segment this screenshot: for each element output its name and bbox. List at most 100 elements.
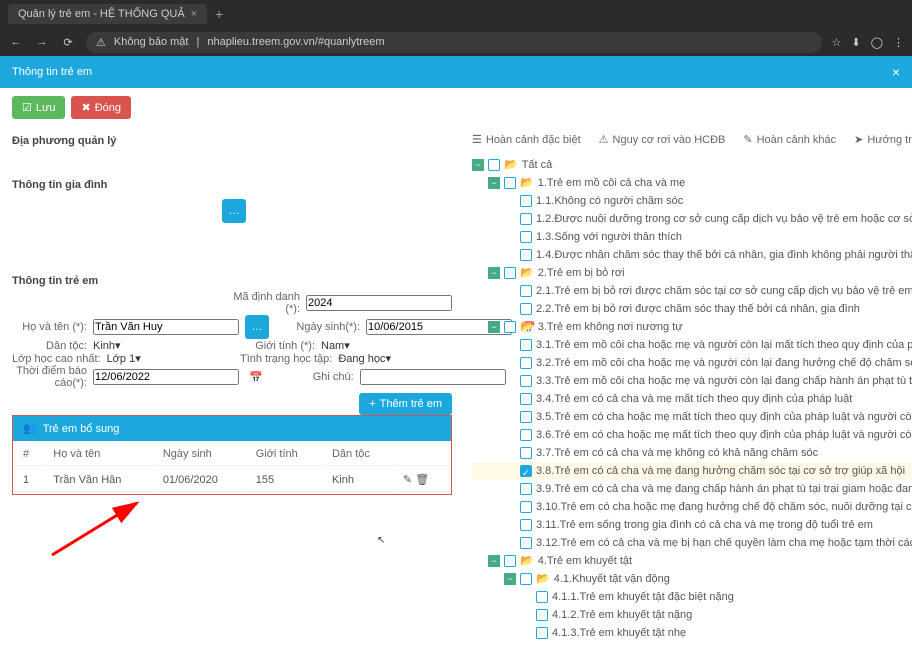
checkbox[interactable]: [504, 267, 516, 279]
back-icon[interactable]: ←: [8, 36, 24, 48]
additional-children-panel: 👥 Trẻ em bổ sung # Họ và tên Ngày sinh G…: [12, 415, 452, 495]
checkbox[interactable]: [520, 231, 532, 243]
children-table: # Họ và tên Ngày sinh Giới tính Dân tộc …: [13, 441, 451, 494]
delete-icon[interactable]: 🗑: [415, 474, 429, 486]
warning-icon: ⚠: [599, 133, 609, 146]
profile-icon[interactable]: ◯: [871, 36, 883, 49]
name-label: Họ và tên (*):: [12, 321, 87, 333]
folder-open-icon: 📂: [504, 157, 518, 173]
report-time-input[interactable]: [93, 369, 239, 385]
gender-label: Giới tính (*):: [240, 340, 315, 352]
toggle-icon[interactable]: −: [488, 177, 500, 189]
panel-close-icon[interactable]: ×: [892, 64, 900, 80]
menu-icon[interactable]: ⋮: [893, 36, 904, 49]
new-tab-button[interactable]: +: [215, 6, 223, 22]
install-icon[interactable]: ⬇: [851, 36, 860, 49]
category-tree: −📂Tất cả −📂1.Trẻ em mồ côi cả cha và mẹ …: [472, 152, 912, 646]
tab-special[interactable]: ☰Hoàn cảnh đặc biệt: [472, 133, 581, 146]
col-name: Họ và tên: [45, 443, 153, 466]
pencil-icon: ✎: [743, 133, 752, 146]
annotation-arrow: ↖: [12, 505, 452, 565]
checkbox[interactable]: [536, 627, 548, 639]
checkbox[interactable]: [520, 501, 532, 513]
checkbox[interactable]: [504, 177, 516, 189]
plus-icon: +: [369, 398, 375, 410]
family-ellipsis-button[interactable]: …: [222, 199, 246, 223]
help-icon: ➤: [854, 133, 863, 146]
tab-risk[interactable]: ⚠Nguy cơ rơi vào HCĐB: [599, 133, 726, 146]
checkbox[interactable]: [520, 393, 532, 405]
checkbox[interactable]: [520, 285, 532, 297]
checkbox[interactable]: [488, 159, 500, 171]
edu-status-label: Tình trạng học tập:: [240, 353, 332, 365]
checkbox[interactable]: [520, 411, 532, 423]
id-label: Mã định danh (*):: [225, 291, 300, 315]
name-input[interactable]: [93, 319, 239, 335]
checkbox[interactable]: [520, 195, 532, 207]
faded-region-row: [12, 151, 452, 171]
checkbox[interactable]: [504, 555, 516, 567]
note-label: Ghi chú:: [279, 371, 354, 383]
report-time-label: Thời điểm báo cáo(*):: [12, 365, 87, 389]
tab-other[interactable]: ✎Hoàn cảnh khác: [743, 133, 836, 146]
reload-icon[interactable]: ⟳: [60, 36, 76, 49]
dob-label: Ngày sinh(*):: [285, 321, 360, 333]
tab-title: Quản lý trẻ em - HỆ THỐNG QUẢ: [18, 8, 185, 20]
browser-tab[interactable]: Quản lý trẻ em - HỆ THỐNG QUẢ ×: [8, 4, 207, 24]
folder-open-icon: 📂: [520, 265, 534, 281]
checkbox[interactable]: [520, 483, 532, 495]
folder-open-icon: 📂: [536, 571, 550, 587]
col-no: #: [15, 443, 43, 466]
star-icon[interactable]: ☆: [832, 36, 842, 49]
browser-tab-bar: Quản lý trẻ em - HỆ THỐNG QUẢ × +: [0, 0, 912, 28]
forward-icon[interactable]: →: [34, 36, 50, 48]
checkbox[interactable]: [520, 249, 532, 261]
panel-header: Thông tin trẻ em ×: [0, 56, 912, 88]
checkbox[interactable]: [520, 573, 532, 585]
checkbox[interactable]: [520, 339, 532, 351]
url-text: nhaplieu.treem.gov.vn/#quanlytreem: [207, 36, 384, 48]
checkbox[interactable]: [520, 357, 532, 369]
toggle-icon[interactable]: −: [488, 555, 500, 567]
toggle-icon[interactable]: −: [504, 573, 516, 585]
edu-status-select[interactable]: Đang học▾: [338, 352, 391, 365]
name-ellipsis-button[interactable]: …: [245, 315, 269, 339]
checkbox[interactable]: [536, 609, 548, 621]
checkbox[interactable]: [520, 429, 532, 441]
checkbox[interactable]: [520, 213, 532, 225]
edit-icon[interactable]: ✎: [403, 474, 412, 486]
id-input[interactable]: [306, 295, 452, 311]
section-family: Thông tin gia đình: [12, 179, 452, 191]
sub-panel-header: 👥 Trẻ em bổ sung: [13, 416, 451, 441]
checkbox[interactable]: [536, 591, 548, 603]
tab-guide[interactable]: ➤Hướng trợ giúp: [854, 133, 912, 146]
faded-family-row: …: [12, 195, 452, 227]
close-button[interactable]: ✖Đóng: [71, 96, 131, 119]
checkbox[interactable]: [520, 537, 532, 549]
checkbox[interactable]: [520, 465, 532, 477]
checkbox[interactable]: [520, 519, 532, 531]
users-icon: 👥: [23, 422, 37, 435]
browser-url-bar: ← → ⟳ ⚠ Không bảo mật | nhaplieu.treem.g…: [0, 28, 912, 56]
save-button[interactable]: ☑Lưu: [12, 96, 65, 119]
checkbox[interactable]: [520, 447, 532, 459]
cursor-icon: ↖: [377, 535, 385, 546]
toggle-icon[interactable]: −: [488, 321, 500, 333]
checkbox[interactable]: [520, 303, 532, 315]
calendar-icon[interactable]: 📅: [249, 371, 263, 384]
toggle-icon[interactable]: −: [488, 267, 500, 279]
close-tab-icon[interactable]: ×: [191, 8, 197, 20]
checkbox[interactable]: [520, 375, 532, 387]
grade-select[interactable]: Lớp 1▾: [107, 352, 141, 365]
category-tabs: ☰Hoàn cảnh đặc biệt ⚠Nguy cơ rơi vào HCĐ…: [472, 127, 912, 152]
checkbox[interactable]: [504, 321, 516, 333]
ethnic-select[interactable]: Kinh▾: [93, 339, 121, 352]
toggle-icon[interactable]: −: [472, 159, 484, 171]
insecure-icon: ⚠: [96, 36, 106, 49]
table-row[interactable]: 1 Trần Văn Hân 01/06/2020 155 Kinh ✎ 🗑: [15, 468, 449, 492]
ethnic-label: Dân tộc:: [12, 340, 87, 352]
add-child-button[interactable]: +Thêm trẻ em: [359, 393, 452, 415]
gender-select[interactable]: Nam▾: [321, 339, 350, 352]
url-input[interactable]: ⚠ Không bảo mật | nhaplieu.treem.gov.vn/…: [86, 32, 822, 53]
section-child: Thông tin trẻ em: [12, 275, 452, 287]
